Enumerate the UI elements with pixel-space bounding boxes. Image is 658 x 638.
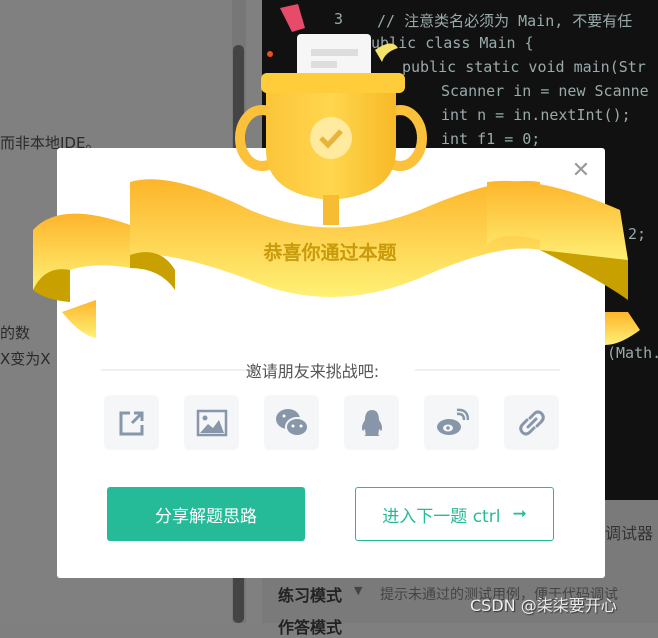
code-line: int n = in.nextInt();: [441, 106, 631, 124]
share-weibo-button[interactable]: [424, 395, 479, 450]
code-line: // 注意类名必须为 Main, 不要有任: [377, 12, 633, 30]
code-fragment: (Math.: [607, 344, 658, 362]
share-solution-button[interactable]: 分享解题思路: [107, 487, 305, 541]
share-external-button[interactable]: [104, 395, 159, 450]
congrats-title: 恭喜你通过本题: [263, 242, 397, 264]
image-icon: [196, 409, 227, 436]
share-external-icon: [119, 411, 143, 435]
line-number: 3: [334, 10, 344, 28]
watermark: CSDN @柒柒要开心: [470, 596, 617, 615]
qq-icon: [361, 409, 382, 436]
link-icon: [518, 410, 545, 435]
code-line: public static void main(Str: [402, 58, 646, 76]
share-link-button[interactable]: [504, 395, 559, 450]
answer-mode: 作答模式: [278, 618, 343, 637]
wechat-icon: [275, 408, 309, 437]
mode-select[interactable]: 练习模式: [278, 582, 342, 606]
problem-text: 的数: [0, 324, 31, 342]
share-wechat-button[interactable]: [264, 395, 319, 450]
next-problem-label: 进入下一题 ctrl: [382, 506, 501, 527]
share-qq-button[interactable]: [344, 395, 399, 450]
code-line: Scanner in = new Scanne: [441, 82, 649, 100]
divider: [101, 369, 246, 371]
arrow-right-icon: ➞: [512, 504, 527, 524]
divider: [415, 369, 560, 371]
problem-text: X变为X: [0, 350, 51, 368]
code-fragment: 2;: [628, 225, 647, 243]
invite-label: 邀请朋友来挑战吧:: [245, 362, 380, 381]
code-line: public class Main {: [362, 34, 534, 52]
chevron-down-icon[interactable]: ▼: [354, 584, 362, 597]
weibo-icon: [436, 408, 469, 435]
next-problem-button[interactable]: 进入下一题 ctrl ➞: [355, 487, 554, 541]
share-image-button[interactable]: [184, 395, 239, 450]
debugger-tab[interactable]: 调试器: [605, 520, 653, 544]
code-line: int f1 = 0;: [441, 130, 541, 148]
close-icon[interactable]: ✕: [570, 160, 592, 182]
